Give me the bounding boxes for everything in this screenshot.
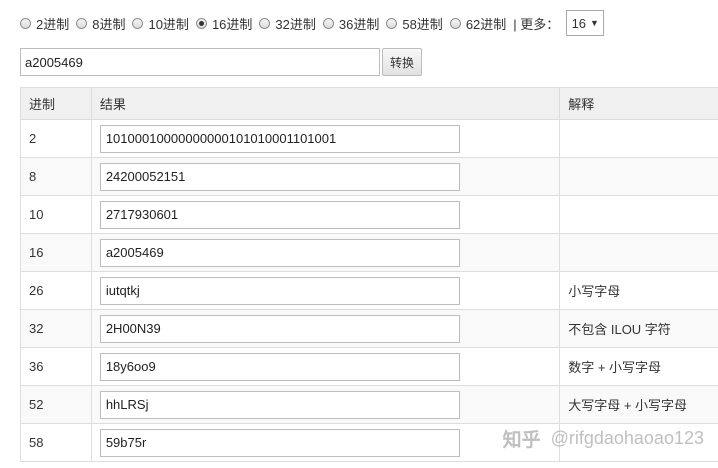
result-field[interactable]: 59b75r [99,428,460,457]
radix-option-label: 16进制 [211,16,253,32]
radio-unchecked-icon[interactable] [259,17,271,29]
radix-option-label: 36进制 [338,16,380,32]
row-base: 36 [20,347,92,386]
row-note: 大写字母 + 小写字母 [559,385,718,424]
row-result-cell: 2717930601 [90,195,561,234]
radio-unchecked-icon[interactable] [386,17,398,29]
table-row: 32 2H00N39 不包含 ILOU 字符 [20,309,718,348]
radix-option[interactable]: 32进制 [259,14,316,33]
radio-unchecked-icon[interactable] [322,17,334,29]
row-base: 52 [20,385,92,424]
watermark-handle: @rifgdaohaoao123 [550,428,704,448]
row-result-cell: 10100010000000000101010001101001 [90,119,561,158]
table-row: 52 hhLRSj 大写字母 + 小写字母 [20,385,718,424]
radix-option-label: 10进制 [148,16,189,32]
row-base: 58 [20,423,92,462]
result-table: 进制 结果 解释 2 101000100000000001010100011010… [20,87,718,462]
convert-button[interactable]: 转换 [382,48,422,76]
table-header-row: 进制 结果 解释 [20,87,718,120]
row-note [559,195,718,234]
row-base: 2 [20,119,92,158]
result-field[interactable]: 18y6oo9 [99,352,460,381]
number-input[interactable]: a2005469 [20,48,380,76]
result-field[interactable]: iutqtkj [99,276,460,305]
radix-option[interactable]: 62进制 [449,14,507,33]
radio-checked-icon[interactable] [195,17,207,29]
row-note [559,233,718,272]
input-row: a2005469 转换 [20,48,422,76]
radix-option-label: 58进制 [402,16,443,32]
result-field[interactable]: a2005469 [99,238,460,267]
row-result-cell: a2005469 [90,233,561,272]
result-field[interactable]: hhLRSj [99,390,460,419]
result-field[interactable]: 2717930601 [99,200,460,229]
table-row: 10 2717930601 [20,195,718,234]
row-note [559,157,718,196]
row-result-cell: 24200052151 [90,157,561,196]
result-field[interactable]: 2H00N39 [99,314,460,343]
table-row: 8 24200052151 [20,157,718,196]
row-result-cell: 2H00N39 [90,309,561,348]
header-note: 解释 [559,87,718,120]
row-base: 26 [20,271,92,310]
radix-option[interactable]: 10进制 [132,14,189,33]
radio-unchecked-icon[interactable] [449,17,461,29]
more-label: | 更多： [513,16,560,32]
row-note: 数字 + 小写字母 [559,347,718,386]
row-result-cell: 18y6oo9 [90,347,561,386]
radio-unchecked-icon[interactable] [76,17,88,29]
row-result-cell: 59b75r [90,423,561,462]
radix-option[interactable]: 2进制 [20,14,69,33]
radio-unchecked-icon[interactable] [132,17,144,29]
row-base: 16 [20,233,92,272]
row-result-cell: iutqtkj [90,271,561,310]
more-radix-select[interactable]: 16 ▼ [566,10,605,36]
watermark-logo: 知乎 [502,430,541,451]
row-note: 小写字母 [559,271,718,310]
radix-option-label: 2进制 [36,16,70,32]
result-field[interactable]: 10100010000000000101010001101001 [99,124,460,153]
table-row: 36 18y6oo9 数字 + 小写字母 [20,347,718,386]
header-result: 结果 [90,87,561,120]
dropdown-arrow-icon: ▼ [590,18,599,28]
row-note: 不包含 ILOU 字符 [559,309,718,348]
table-row: 16 a2005469 [20,233,718,272]
more-select-value: 16 [571,15,587,31]
radix-option[interactable]: 16进制 [195,14,253,33]
radix-option-label: 32进制 [275,16,316,32]
table-body: 2 10100010000000000101010001101001 8 242000… [20,119,718,462]
radix-option-label: 62进制 [465,16,507,32]
row-base: 8 [20,157,92,196]
row-base: 10 [20,195,92,234]
row-note [559,119,718,158]
result-field[interactable]: 24200052151 [99,162,460,191]
radix-option-label: 8进制 [92,16,126,32]
table-row: 2 10100010000000000101010001101001 [20,119,718,158]
radix-option[interactable]: 36进制 [322,14,380,33]
radix-option[interactable]: 58进制 [386,14,443,33]
radio-unchecked-icon[interactable] [20,17,31,29]
radix-radio-group: 2进制 8进制 10进制 16进制 32进制 36进制 58进制 62进制 | 更多： 16 … [20,10,605,36]
radix-options: 2进制 8进制 10进制 16进制 32进制 36进制 58进制 62进制 [20,14,513,33]
row-base: 32 [20,309,92,348]
watermark: 知乎 @rifgdaohaoao123 [503,425,704,452]
radio-dot-icon [198,20,204,26]
header-base: 进制 [20,87,92,120]
row-result-cell: hhLRSj [90,385,561,424]
radix-option[interactable]: 8进制 [76,14,125,33]
table-row: 26 iutqtkj 小写字母 [20,271,718,310]
